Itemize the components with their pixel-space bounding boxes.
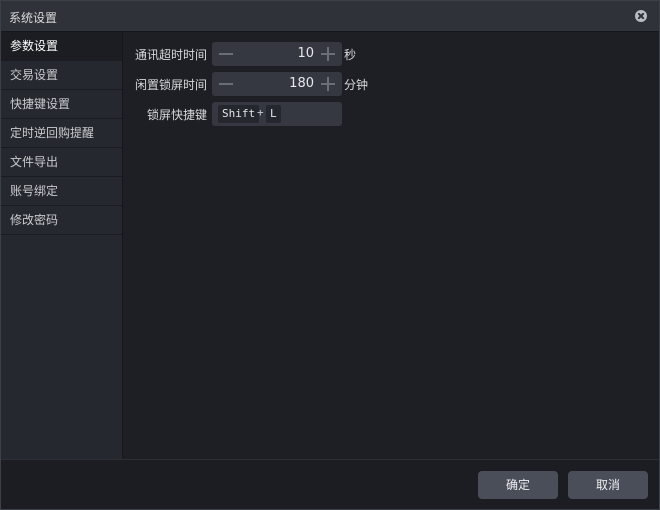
plus-icon[interactable] <box>318 44 338 64</box>
timeout-unit: 秒 <box>344 48 357 62</box>
idle-lock-row: 闲置锁屏时间 180 分钟 <box>124 72 384 96</box>
close-icon[interactable] <box>635 10 647 22</box>
plus-icon[interactable] <box>318 74 338 94</box>
sidebar-item-trade[interactable]: 交易设置 <box>1 61 122 90</box>
settings-sidebar: 参数设置 交易设置 快捷键设置 定时逆回购提醒 文件导出 账号绑定 修改密码 <box>1 32 123 459</box>
hotkey-plus: + <box>257 106 264 119</box>
idle-lock-label: 闲置锁屏时间 <box>134 78 207 92</box>
idle-lock-unit: 分钟 <box>344 78 369 92</box>
minus-icon[interactable] <box>216 74 236 94</box>
idle-lock-value[interactable]: 180 <box>289 76 314 91</box>
ok-button[interactable]: 确定 <box>478 471 558 499</box>
settings-content: 通讯超时时间 10 秒 闲置锁屏时间 180 分钟 锁屏快捷键 Shift + … <box>124 32 659 459</box>
timeout-value[interactable]: 10 <box>297 46 314 61</box>
cancel-button[interactable]: 取消 <box>568 471 648 499</box>
sidebar-item-reverse-repo[interactable]: 定时逆回购提醒 <box>1 119 122 148</box>
hotkey-modifier: Shift <box>218 105 260 123</box>
title-bar: 系统设置 <box>1 1 659 32</box>
sidebar-item-hotkeys[interactable]: 快捷键设置 <box>1 90 122 119</box>
idle-lock-stepper[interactable]: 180 <box>212 72 342 96</box>
sidebar-item-account-binding[interactable]: 账号绑定 <box>1 177 122 206</box>
sidebar-item-params[interactable]: 参数设置 <box>1 32 122 61</box>
hotkey-key: L <box>266 105 281 123</box>
timeout-stepper[interactable]: 10 <box>212 42 342 66</box>
timeout-label: 通讯超时时间 <box>134 48 207 62</box>
sidebar-item-change-password[interactable]: 修改密码 <box>1 206 122 235</box>
sidebar-item-export[interactable]: 文件导出 <box>1 148 122 177</box>
minus-icon[interactable] <box>216 44 236 64</box>
lock-hotkey-field[interactable]: Shift + L <box>212 102 342 126</box>
dialog-footer: 确定 取消 <box>1 459 659 509</box>
lock-hotkey-row: 锁屏快捷键 Shift + L <box>124 102 384 126</box>
lock-hotkey-label: 锁屏快捷键 <box>146 108 207 122</box>
timeout-row: 通讯超时时间 10 秒 <box>124 42 384 66</box>
settings-dialog: 系统设置 参数设置 交易设置 快捷键设置 定时逆回购提醒 文件导出 账号绑定 修… <box>0 0 660 510</box>
dialog-title: 系统设置 <box>9 11 58 25</box>
